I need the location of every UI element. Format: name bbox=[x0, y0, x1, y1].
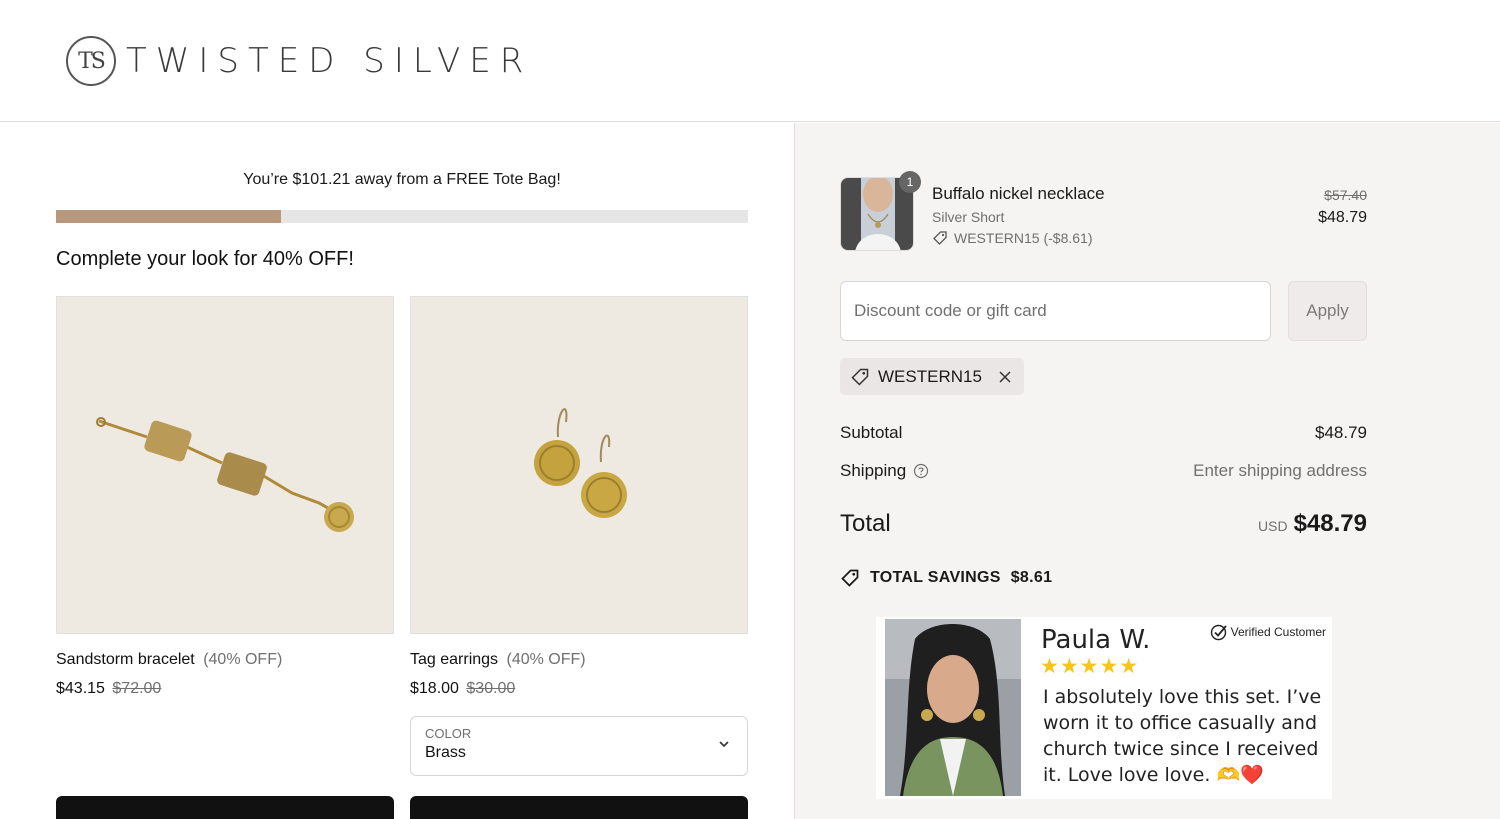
select-label: COLOR bbox=[425, 726, 472, 741]
item-price: $48.79 bbox=[1318, 209, 1367, 226]
cart-line-item: 1 Buffalo nickel necklace Silver Short W… bbox=[840, 171, 1367, 253]
free-gift-message: You’re $101.21 away from a FREE Tote Bag… bbox=[243, 171, 561, 188]
reviewer-photo-graphic bbox=[885, 619, 1021, 796]
select-value: Brass bbox=[425, 744, 466, 761]
shipping-row: Shipping Enter shipping address bbox=[840, 461, 1367, 481]
add-earrings-button[interactable] bbox=[410, 796, 748, 819]
free-gift-progress-bar bbox=[56, 210, 748, 223]
total-savings: TOTAL SAVINGS $8.61 bbox=[840, 568, 1052, 588]
reviewer-photo bbox=[885, 619, 1021, 796]
product-price: $18.00 $30.00 bbox=[410, 680, 748, 698]
applied-discount-chip: WESTERN15 bbox=[840, 358, 1024, 395]
upsell-product-card: Tag earrings (40% OFF) $18.00 $30.00 COL… bbox=[410, 296, 748, 776]
quantity-badge: 1 bbox=[899, 171, 921, 193]
compare-price: $72.00 bbox=[112, 680, 162, 697]
shipping-label-wrap: Shipping bbox=[840, 461, 929, 481]
verified-check-icon bbox=[1210, 624, 1227, 641]
progress-fill bbox=[56, 210, 281, 223]
upsell-product-card: Sandstorm bracelet (40% OFF) $43.15 $72.… bbox=[56, 296, 394, 698]
discount-label: (40% OFF) bbox=[203, 651, 283, 668]
verified-label: Verified Customer bbox=[1230, 625, 1326, 639]
rating-stars: ★★★★★ bbox=[1040, 655, 1140, 678]
help-icon[interactable] bbox=[913, 463, 929, 479]
upsell-panel: You’re $101.21 away from a FREE Tote Bag… bbox=[0, 123, 794, 819]
color-select[interactable]: COLOR Brass bbox=[410, 716, 748, 776]
upsell-title: Complete your look for 40% OFF! bbox=[56, 248, 354, 270]
discount-label: (40% OFF) bbox=[506, 651, 586, 668]
remove-discount-icon[interactable] bbox=[998, 370, 1012, 384]
sale-price: $43.15 bbox=[56, 680, 105, 697]
brand-logo[interactable]: TS TWISTED SILVER bbox=[66, 35, 532, 87]
verified-badge: Verified Customer bbox=[1210, 623, 1326, 641]
apply-discount-button[interactable]: Apply bbox=[1288, 281, 1367, 341]
add-bracelet-button[interactable] bbox=[56, 796, 394, 819]
reviewer-name: Paula W. bbox=[1041, 625, 1151, 655]
bracelet-image-graphic bbox=[57, 297, 393, 633]
site-header: TS TWISTED SILVER bbox=[0, 0, 1500, 122]
item-compare-price: $57.40 bbox=[1324, 187, 1367, 203]
item-discount-text: WESTERN15 (-$8.61) bbox=[954, 230, 1093, 246]
discount-code-input[interactable] bbox=[840, 281, 1271, 341]
order-summary: 1 Buffalo nickel necklace Silver Short W… bbox=[794, 123, 1500, 819]
total-value: $48.79 bbox=[1293, 510, 1367, 537]
chevron-down-icon bbox=[719, 741, 729, 748]
item-discount: WESTERN15 (-$8.61) bbox=[932, 230, 1092, 246]
subtotal-label: Subtotal bbox=[840, 423, 903, 442]
compare-price: $30.00 bbox=[466, 680, 516, 697]
product-title: Sandstorm bracelet (40% OFF) bbox=[56, 651, 394, 669]
item-variant: Silver Short bbox=[932, 209, 1005, 225]
brand-name: TWISTED SILVER bbox=[126, 41, 533, 81]
applied-code: WESTERN15 bbox=[878, 366, 982, 386]
savings-tag-icon bbox=[841, 569, 859, 587]
product-name: Sandstorm bracelet bbox=[56, 651, 195, 668]
subtotal-value: $48.79 bbox=[1315, 423, 1367, 442]
sale-price: $18.00 bbox=[410, 680, 459, 697]
item-name: Buffalo nickel necklace bbox=[932, 184, 1105, 203]
currency-code: USD bbox=[1258, 518, 1288, 534]
tag-icon bbox=[851, 368, 869, 386]
bracelet-product-image[interactable] bbox=[56, 296, 394, 634]
total-row: Total USD $48.79 bbox=[840, 510, 1367, 538]
shipping-value: Enter shipping address bbox=[1193, 461, 1367, 480]
earrings-product-image[interactable] bbox=[410, 296, 748, 634]
product-price: $43.15 $72.00 bbox=[56, 680, 394, 698]
subtotal-row: Subtotal $48.79 bbox=[840, 423, 1367, 443]
logo-monogram-icon: TS bbox=[66, 36, 116, 86]
shipping-label: Shipping bbox=[840, 461, 907, 480]
earrings-image-graphic bbox=[411, 297, 747, 633]
savings-label: TOTAL SAVINGS bbox=[870, 569, 1001, 586]
review-text: I absolutely love this set. I’ve worn it… bbox=[1043, 686, 1322, 786]
total-value-wrap: USD $48.79 bbox=[1258, 510, 1367, 538]
product-title: Tag earrings (40% OFF) bbox=[410, 651, 748, 669]
tag-icon bbox=[933, 231, 947, 245]
customer-review-card: Paula W. ★★★★★ Verified Customer I absol… bbox=[876, 617, 1332, 799]
total-label: Total bbox=[840, 510, 891, 537]
product-name: Tag earrings bbox=[410, 651, 499, 668]
savings-value: $8.61 bbox=[1010, 569, 1053, 586]
